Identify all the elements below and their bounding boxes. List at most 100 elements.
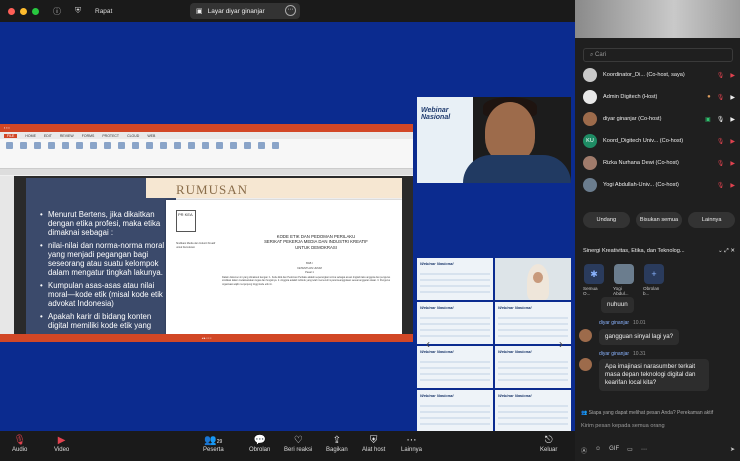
chevron-down-icon[interactable]: ⌄ [718,248,723,254]
info-icon[interactable]: ⓘ [53,6,61,17]
participants-button[interactable]: 👥29 Peserta [203,435,224,453]
attachment-icon[interactable]: ▭ [627,446,633,455]
maximize-window-button[interactable] [32,7,39,15]
participant-row[interactable]: Admin Digitech (Host) ● 🎙 ▶ [583,88,735,106]
tool-button[interactable] [242,142,252,149]
recipient-tab-all[interactable]: ✱ Semua O... [583,264,605,296]
format-icon[interactable]: Ⓐ [581,446,587,455]
participant-row[interactable]: KU Koord_Digitech Univ... (Co-host) 🎙 ▶ [583,132,735,150]
ribbon-tab[interactable]: REVIEW [60,134,74,138]
tool-button[interactable] [4,142,14,149]
chevron-left-icon[interactable]: ‹ [423,337,433,351]
search-icon: ⌕ [590,52,594,58]
tool-button[interactable] [102,142,112,149]
ribbon-tab[interactable]: FILE [4,133,18,138]
gallery-tile[interactable] [495,258,571,300]
participant-row[interactable]: Koordinator_Di... (Co-host, saya) 🎙 ▶ [583,66,735,84]
ribbon-tab[interactable]: PROTECT [102,134,119,138]
microphone-off-icon[interactable]: 🎙 [717,160,725,167]
participant-row[interactable]: diyar ginanjar (Co-host) ▣ 🎙 ▶ [583,110,735,128]
page-thumbnails[interactable] [0,176,14,334]
reactions-button[interactable]: ♡ Beri reaksi [284,435,312,453]
tool-button[interactable] [88,142,98,149]
document-tab[interactable] [0,169,413,175]
message-time: 10.01 [633,320,646,326]
microphone-off-icon: 🎙 [13,435,27,446]
ribbon-tabs: FILE HOME EDIT REVIEW FORMS PROTECT CLOUD WEB [0,132,413,139]
shield-icon[interactable]: ⛨ [75,6,81,16]
host-tools-button[interactable]: ⛨ Alat host [362,435,385,453]
ribbon-tab[interactable]: HOME [25,134,36,138]
avatar [614,264,634,284]
gallery-tile[interactable]: Webinar Nasional [495,346,571,388]
more-participants-button[interactable]: Lainnya [688,212,736,228]
ribbon-tab[interactable]: CLOUD [127,134,139,138]
emoji-icon[interactable]: ☺ [595,446,601,455]
message-sender: diyar ginanjar 10.01 [599,320,646,326]
tool-button[interactable] [144,142,154,149]
microphone-off-icon[interactable]: 🎙 [717,94,725,101]
video-off-icon[interactable]: ▶ [730,160,735,167]
gallery-tile[interactable]: Webinar Nasional [417,390,493,432]
video-off-icon[interactable]: ▶ [730,138,735,145]
chat-privacy-notice[interactable]: 👥 Siapa yang dapat melihat pesan Anda? P… [581,410,713,416]
mute-all-button[interactable]: Bisukan semua [635,212,683,228]
gif-button[interactable]: GIF [609,446,619,455]
video-off-icon[interactable]: ▶ [730,182,735,189]
tool-button[interactable] [130,142,140,149]
participant-row[interactable]: Rizka Nurhana Dewi (Co-host) 🎙 ▶ [583,154,735,172]
tool-button[interactable] [18,142,28,149]
chat-input[interactable]: Kirim pesan kepada semua orang [581,423,665,429]
microphone-off-icon[interactable]: 🎙 [717,182,725,189]
video-icon[interactable]: ▶ [730,94,735,101]
ribbon-tab[interactable]: WEB [147,134,155,138]
invite-button[interactable]: Undang [583,212,630,228]
tool-button[interactable] [46,142,56,149]
video-button[interactable]: ▶ Video [54,435,69,453]
gallery-tile[interactable]: Webinar Nasional [495,390,571,432]
tool-button[interactable] [32,142,42,149]
tool-button[interactable] [186,142,196,149]
close-icon[interactable]: ✕ [730,248,735,254]
microphone-off-icon[interactable]: 🎙 [717,72,725,79]
recipient-tab-person[interactable]: Yogi Abdul... [613,264,635,296]
video-icon[interactable]: ▶ [730,116,735,123]
tool-button[interactable] [228,142,238,149]
ribbon-tab[interactable]: EDIT [44,134,52,138]
tool-button[interactable] [256,142,266,149]
audio-button[interactable]: 🎙 Audio [12,435,27,453]
more-dots-icon[interactable]: ⋯ [641,446,647,455]
share-tab[interactable]: ▣ Layar diyar ginanjar ⋯ [190,3,300,19]
recipient-tab-new[interactable]: + Obrolan b... [643,264,665,296]
leave-button[interactable]: ⎋ Keluar [540,435,557,453]
gallery-tile[interactable]: Webinar Nasional [417,258,493,300]
microphone-icon[interactable]: 🎙 [717,116,725,123]
more-options-icon[interactable]: ⋯ [285,5,296,16]
tool-button[interactable] [60,142,70,149]
participant-row[interactable]: Yogi Abdullah-Univ... (Co-host) 🎙 ▶ [583,176,735,194]
tool-button[interactable] [74,142,84,149]
speaker-video[interactable]: Webinar Nasional [417,97,571,183]
bullet: Apakah karir di bidang konten digital me… [40,312,172,330]
more-button[interactable]: ⋯ Lainnya [401,435,422,453]
gallery-tile[interactable]: Webinar Nasional [417,346,493,388]
tool-button[interactable] [116,142,126,149]
tool-button[interactable] [200,142,210,149]
ribbon-tab[interactable]: FORMS [82,134,95,138]
participants-count: 29 [216,439,223,445]
microphone-off-icon[interactable]: 🎙 [717,138,725,145]
tool-button[interactable] [172,142,182,149]
chevron-right-icon[interactable]: › [556,337,566,351]
send-icon[interactable]: ➤ [730,446,735,455]
tool-button[interactable] [158,142,168,149]
share-button[interactable]: ⇪ Bagikan [326,435,348,453]
tool-button[interactable] [214,142,224,149]
pop-out-icon[interactable]: ⤢ [724,248,728,254]
video-off-icon[interactable]: ▶ [730,72,735,79]
tool-button[interactable] [270,142,280,149]
participant-search-input[interactable]: ⌕ Cari [583,48,733,62]
chat-button[interactable]: 💬 Obrolan [249,435,270,453]
close-window-button[interactable] [8,7,15,15]
minimize-window-button[interactable] [20,7,27,15]
share-label: Bagikan [326,447,348,453]
